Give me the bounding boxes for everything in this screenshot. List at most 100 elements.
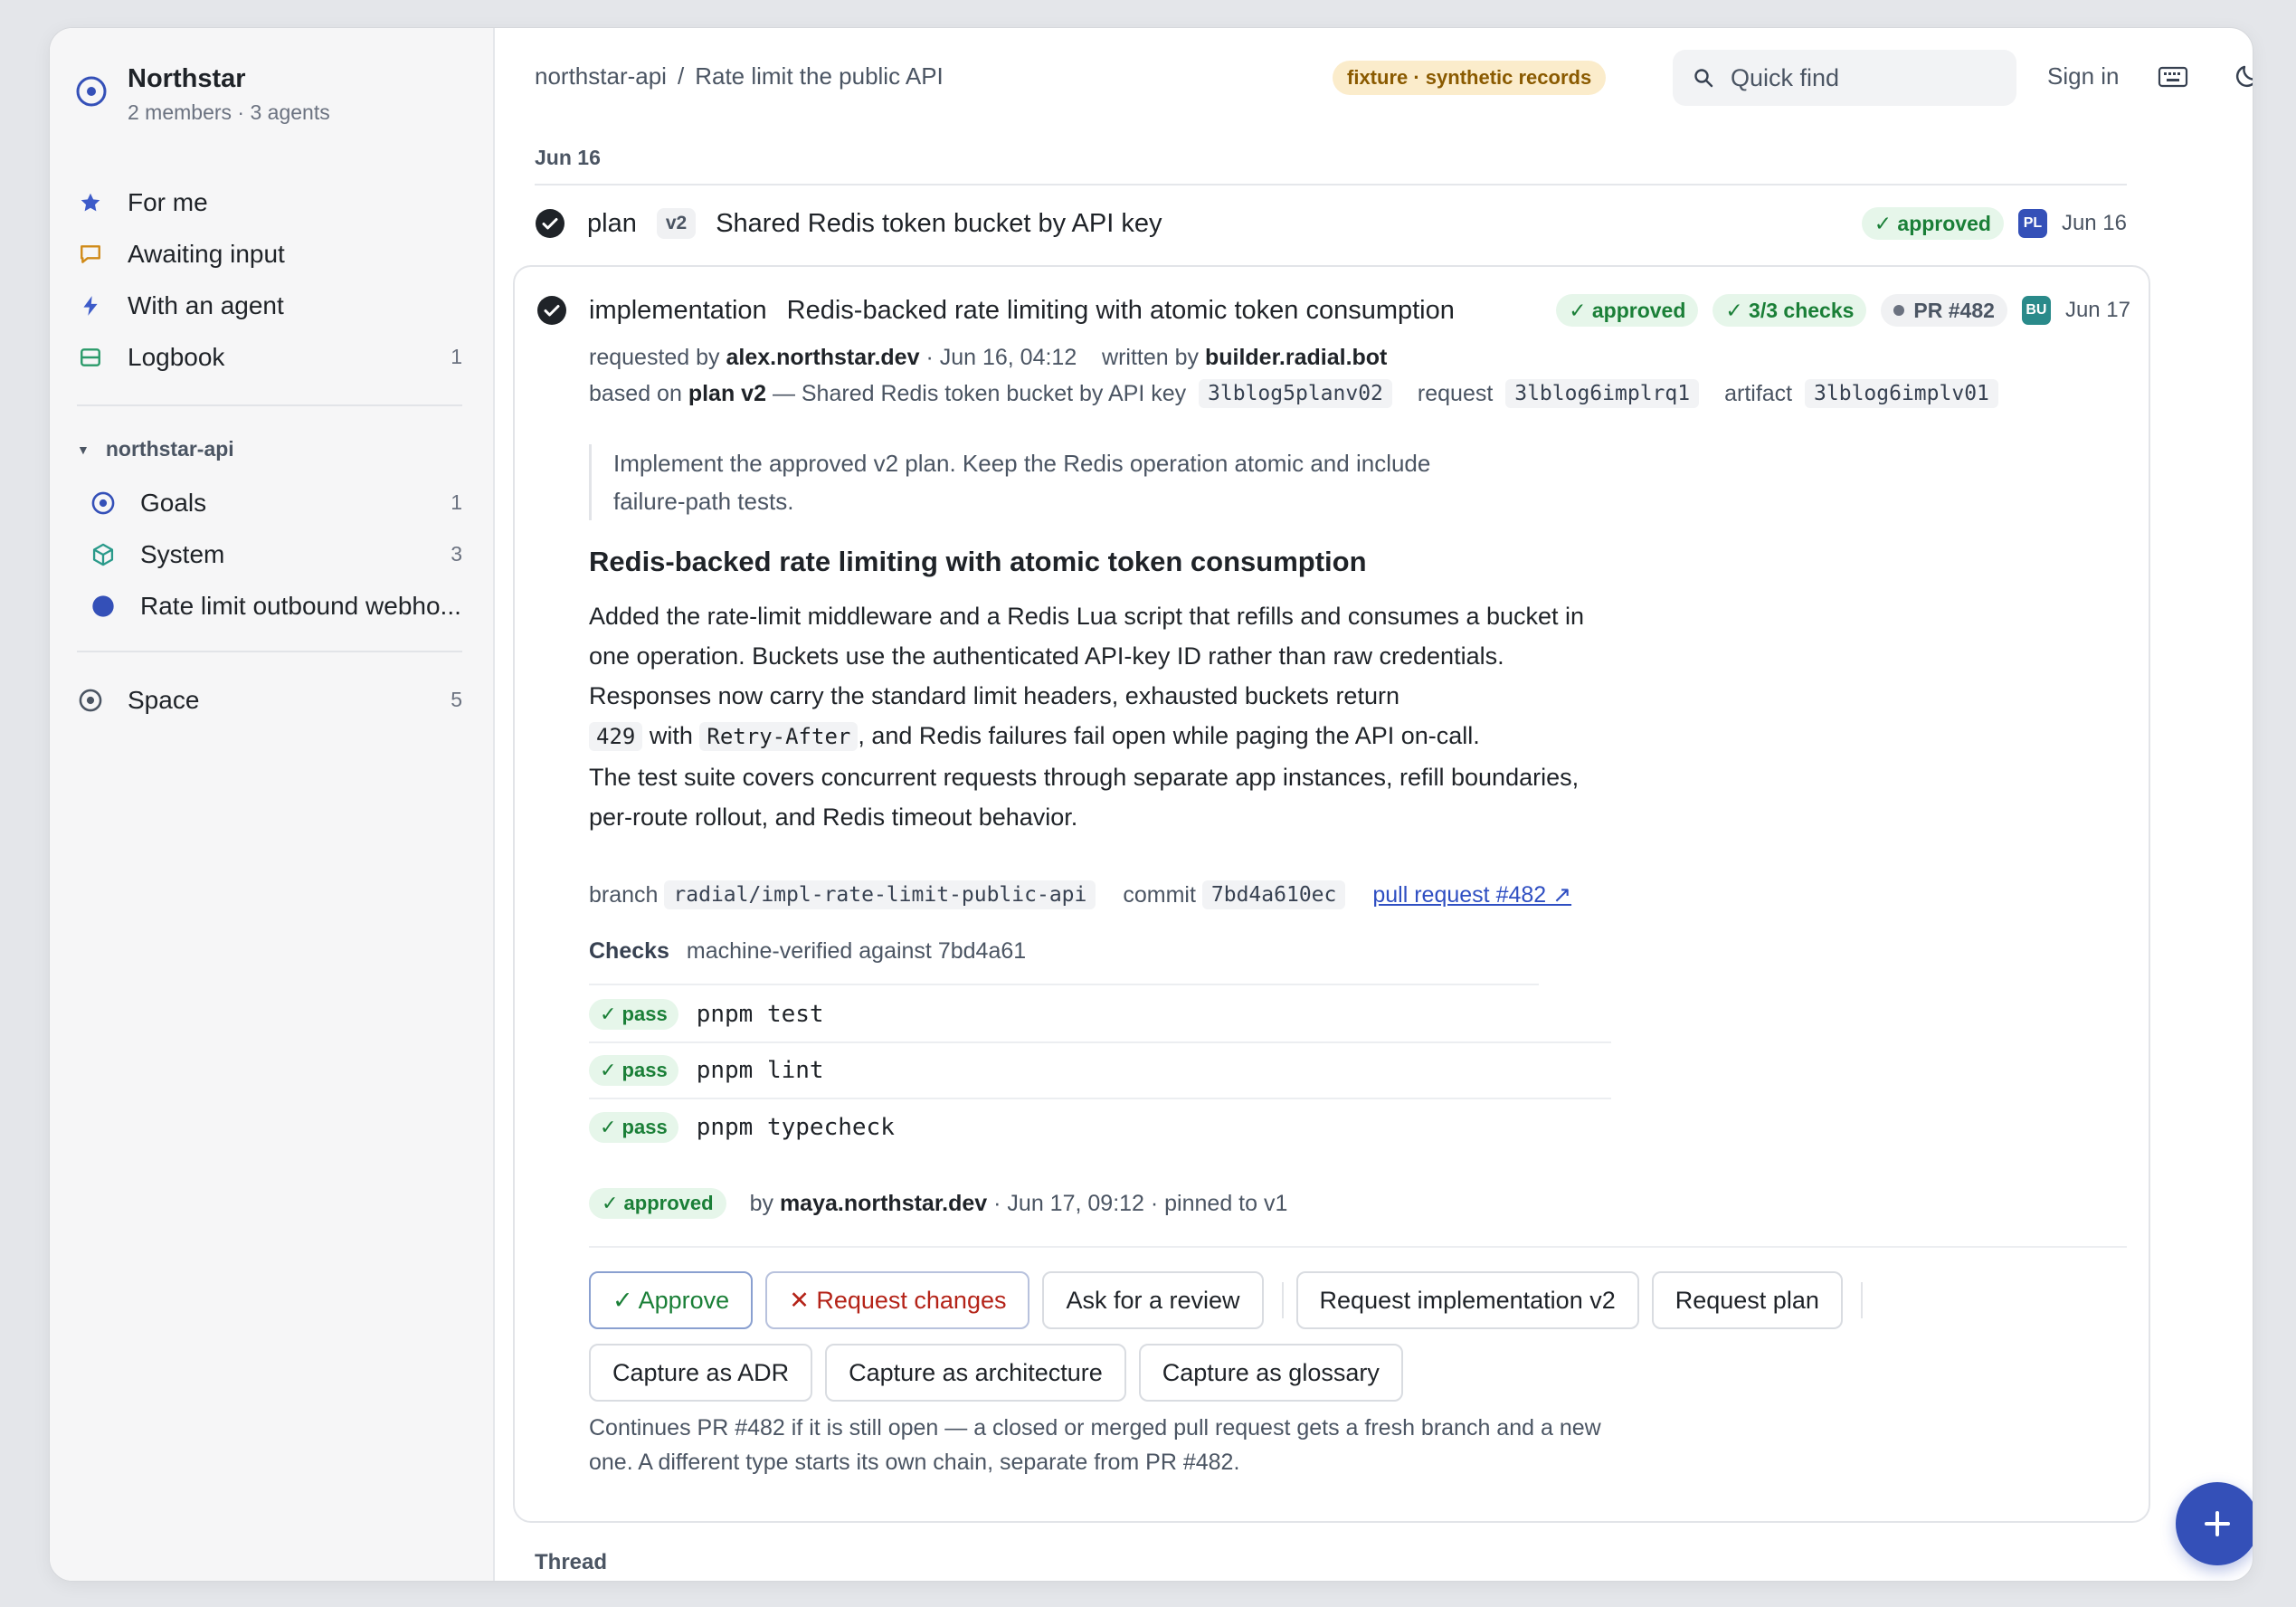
plan-id: 3lblog5planv02 <box>1199 379 1392 408</box>
capture-adr-button[interactable]: Capture as ADR <box>589 1344 813 1402</box>
based-on-plan-link[interactable]: plan v2 <box>688 381 766 407</box>
entry-kind: implementation <box>589 295 767 325</box>
code-refs: branch radial/impl-rate-limit-public-api… <box>589 880 1572 909</box>
entry-kind: plan <box>587 208 637 238</box>
lineage-meta: based on plan v2 — Shared Redis token bu… <box>589 379 1998 408</box>
instruction-quote: Implement the approved v2 plan. Keep the… <box>589 444 1494 520</box>
sidebar-item-rate-limit-webhooks[interactable]: Rate limit outbound webho... <box>90 580 462 632</box>
search-icon <box>1694 69 1713 88</box>
request-meta: requested by alex.northstar.dev · Jun 16… <box>589 345 1388 370</box>
requester[interactable]: alex.northstar.dev <box>726 345 920 370</box>
implementation-card: implementation Redis-backed rate limitin… <box>513 265 2150 1523</box>
search-input[interactable] <box>1731 63 2002 92</box>
approval-badge: ✓ approved <box>589 1188 726 1219</box>
sidebar-item-for-me[interactable]: For me <box>77 176 462 228</box>
project-nav: Goals 1 System 3 Rate limit outbound web… <box>90 477 462 632</box>
workspace-switcher[interactable]: Northstar 2 members · 3 agents <box>75 61 330 128</box>
implementation-header[interactable]: implementation Redis-backed rate limitin… <box>536 285 2130 336</box>
avatar: PL <box>2017 209 2047 238</box>
space-nav: Space 5 <box>77 674 462 726</box>
check-circle-icon <box>537 296 566 325</box>
check-row: ✓ pass pnpm typecheck <box>589 1099 1611 1155</box>
capture-glossary-button[interactable]: Capture as glossary <box>1138 1344 1403 1402</box>
version-badge: v2 <box>656 208 697 239</box>
quick-find[interactable] <box>1673 50 2016 106</box>
check-circle-icon <box>536 209 565 238</box>
check-status-badge: ✓ pass <box>589 1055 678 1086</box>
ask-review-button[interactable]: Ask for a review <box>1042 1271 1264 1329</box>
checks-header: Checks machine-verified against 7bd4a61 <box>589 938 1539 985</box>
breadcrumb-project[interactable]: northstar-api <box>535 62 667 90</box>
request-plan-button[interactable]: Request plan <box>1651 1271 1843 1329</box>
status-badge: ✓ approved <box>1861 207 2004 240</box>
date-header: Jun 16 <box>535 122 2127 185</box>
plus-icon <box>2205 1511 2230 1536</box>
status-badge: ✓ approved <box>1556 294 1699 327</box>
action-row-primary: ✓ Approve ✕ Request changes Ask for a re… <box>589 1271 1946 1329</box>
workspace-subtitle: 2 members · 3 agents <box>128 100 330 124</box>
actions-divider <box>589 1246 2127 1248</box>
keyboard-icon[interactable] <box>2158 64 2188 90</box>
author[interactable]: builder.radial.bot <box>1205 345 1387 370</box>
breadcrumb-separator: / <box>677 62 685 90</box>
pr-status-dot <box>1893 305 1905 316</box>
caret-down-icon: ▼ <box>77 442 90 457</box>
check-command: pnpm typecheck <box>696 1114 895 1141</box>
sidebar: Northstar 2 members · 3 agents For me Aw… <box>50 28 495 1581</box>
artifact-id: 3lblog6implv01 <box>1805 379 1998 408</box>
star-icon <box>77 189 104 216</box>
new-item-fab[interactable] <box>2176 1482 2253 1565</box>
action-separator <box>1860 1282 1863 1318</box>
moon-icon[interactable] <box>2234 62 2253 90</box>
thread-heading: Thread <box>535 1550 608 1574</box>
approval-record: ✓ approved by maya.northstar.dev · Jun 1… <box>589 1188 1287 1219</box>
topbar: northstar-api / Rate limit the public AP… <box>495 28 2253 128</box>
sidebar-item-awaiting-input[interactable]: Awaiting input <box>77 228 462 280</box>
breadcrumb-page: Rate limit the public API <box>695 62 944 90</box>
sidebar-item-goals[interactable]: Goals 1 <box>90 477 462 528</box>
branch-name: radial/impl-rate-limit-public-api <box>664 880 1096 909</box>
request-implementation-v2-button[interactable]: Request implementation v2 <box>1295 1271 1639 1329</box>
target-icon <box>90 490 117 517</box>
action-separator <box>1281 1282 1284 1318</box>
primary-nav: For me Awaiting input With an agent Logb… <box>77 176 462 383</box>
sidebar-item-logbook[interactable]: Logbook 1 <box>77 331 462 383</box>
approve-button[interactable]: ✓ Approve <box>589 1271 754 1329</box>
pull-request-link[interactable]: pull request #482 ↗ <box>1372 881 1571 908</box>
artifact-heading: Redis-backed rate limiting with atomic t… <box>589 546 1367 577</box>
entry-date: Jun 17 <box>2064 298 2130 322</box>
logbook-icon <box>77 344 104 371</box>
sidebar-divider <box>77 651 462 652</box>
chat-bubble-icon <box>77 241 104 268</box>
cube-icon <box>90 541 117 568</box>
check-command: pnpm lint <box>696 1057 824 1084</box>
checks-badge: ✓ 3/3 checks <box>1713 294 1867 327</box>
sign-in-link[interactable]: Sign in <box>2047 62 2120 90</box>
workspace-name: Northstar <box>128 64 246 93</box>
check-status-badge: ✓ pass <box>589 999 678 1030</box>
workspace-icon <box>76 76 107 107</box>
project-group-toggle[interactable]: ▼ northstar-api <box>77 437 234 461</box>
entry-title: Redis-backed rate limiting with atomic t… <box>786 295 1455 325</box>
sidebar-item-space[interactable]: Space 5 <box>77 674 462 726</box>
capture-architecture-button[interactable]: Capture as architecture <box>825 1344 1126 1402</box>
artifact-body-2: The test suite covers concurrent request… <box>589 764 1580 831</box>
request-changes-button[interactable]: ✕ Request changes <box>765 1271 1030 1329</box>
check-row: ✓ pass pnpm lint <box>589 1043 1611 1099</box>
dot-icon <box>90 593 117 620</box>
fixture-badge: fixture · synthetic records <box>1333 61 1607 95</box>
space-icon <box>77 687 104 714</box>
sidebar-item-with-an-agent[interactable]: With an agent <box>77 280 462 331</box>
action-footnote: Continues PR #482 if it is still open — … <box>589 1415 1601 1475</box>
lightning-icon <box>77 292 104 319</box>
check-command: pnpm test <box>696 1001 824 1028</box>
sidebar-item-system[interactable]: System 3 <box>90 528 462 580</box>
main-content: northstar-api / Rate limit the public AP… <box>495 28 2253 1581</box>
action-row-capture: Capture as ADR Capture as architecture C… <box>589 1344 1946 1402</box>
approver[interactable]: maya.northstar.dev <box>780 1191 987 1217</box>
app-window: Northstar 2 members · 3 agents For me Aw… <box>49 27 2253 1582</box>
pr-badge[interactable]: PR #482 <box>1881 294 2007 327</box>
timeline-row-plan[interactable]: plan v2 Shared Redis token bucket by API… <box>535 187 2127 260</box>
commit-hash: 7bd4a610ec <box>1201 880 1346 909</box>
sidebar-divider <box>77 404 462 406</box>
